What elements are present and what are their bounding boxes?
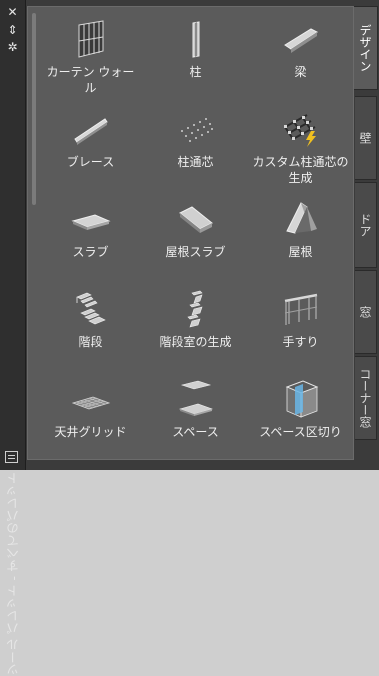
railing-icon [284,293,317,325]
tool-brace[interactable]: ブレース [38,103,143,193]
tool-column[interactable]: 柱 [143,13,248,103]
tool-slab[interactable]: スラブ [38,193,143,283]
curtain-wall-icon [78,20,103,58]
tab-design[interactable]: デザイン [354,6,378,90]
tool-roof[interactable]: 屋根 [248,193,353,283]
ceiling-grid-icon [71,396,110,410]
scrollbar[interactable] [32,13,36,205]
tool-space[interactable]: スペース [143,373,248,459]
tool-space-separator[interactable]: スペース区切り [248,373,353,459]
tool-label: カーテン ウォール [46,65,135,95]
tool-label: スラブ [72,245,109,259]
close-icon[interactable]: ✕ [6,6,19,19]
tool-panel: カーテン ウォール 柱 梁 ブレース 柱通芯 カスタム柱通芯の生成 スラブ 屋根… [27,6,354,460]
tab-label: 窓 [358,306,372,318]
tool-label: 階段 [78,335,103,349]
properties-icon[interactable]: ✲ [6,41,19,54]
tab-label: ドア [358,213,372,237]
tool-roof-slab[interactable]: 屋根スラブ [143,193,248,283]
tool-label: スペース [172,425,219,439]
tab-corner-window[interactable]: コーナー窓 [355,356,377,440]
tool-ceiling-grid[interactable]: 天井グリッド [38,373,143,459]
tab-window[interactable]: 窓 [355,270,377,354]
tool-label: 屋根スラブ [165,245,226,259]
column-icon [192,21,199,58]
roof-slab-icon [178,206,213,233]
tool-label: 天井グリッド [54,425,127,439]
stair-icon [75,292,106,325]
brace-icon [73,118,108,145]
tool-label: 柱 [189,65,202,79]
tool-railing[interactable]: 手すり [248,283,353,373]
tool-label: カスタム柱通芯の生成 [252,155,349,185]
tool-label: 階段室の生成 [159,335,232,349]
tab-label: コーナー窓 [358,368,372,428]
tool-stair[interactable]: 階段 [38,283,143,373]
palette-title-bar[interactable]: ✕ ⇕ ✲ ツール パレット - すべてのパレット [0,0,26,676]
tool-label: 屋根 [288,245,313,259]
tool-label: 梁 [294,65,307,79]
tool-grid: カーテン ウォール 柱 梁 ブレース 柱通芯 カスタム柱通芯の生成 スラブ 屋根… [38,13,353,459]
tool-curtain-wall[interactable]: カーテン ウォール [38,13,143,103]
tab-label: 壁 [358,132,372,144]
roof-icon [285,202,317,234]
space-separator-icon [285,380,318,418]
column-grid-icon [180,118,213,142]
palette-tabs: デザイン 壁 ドア 窓 コーナー窓 [354,6,379,460]
space-icon [178,380,213,416]
auto-hide-icon[interactable]: ⇕ [6,24,19,37]
stair-tower-icon [186,290,203,328]
tool-label: 柱通芯 [177,155,214,169]
custom-column-grid-icon [283,114,316,147]
tab-door[interactable]: ドア [355,182,377,268]
tool-column-grid[interactable]: 柱通芯 [143,103,248,193]
tool-stair-tower[interactable]: 階段室の生成 [143,283,248,373]
tool-label: 手すり [282,335,319,349]
tab-label: デザイン [358,24,372,72]
tool-beam[interactable]: 梁 [248,13,353,103]
tool-custom-column-grid[interactable]: カスタム柱通芯の生成 [248,103,353,193]
tool-palette-window: ✕ ⇕ ✲ ツール パレット - すべてのパレット カーテン ウォール 柱 梁 … [0,0,379,676]
slab-icon [70,214,111,230]
tab-wall[interactable]: 壁 [355,96,377,180]
beam-icon [283,28,318,53]
palette-menu-icon[interactable] [5,451,18,463]
tool-label: スペース区切り [259,425,342,439]
tool-label: ブレース [66,155,115,169]
palette-title: ツール パレット - すべてのパレット [6,472,21,676]
